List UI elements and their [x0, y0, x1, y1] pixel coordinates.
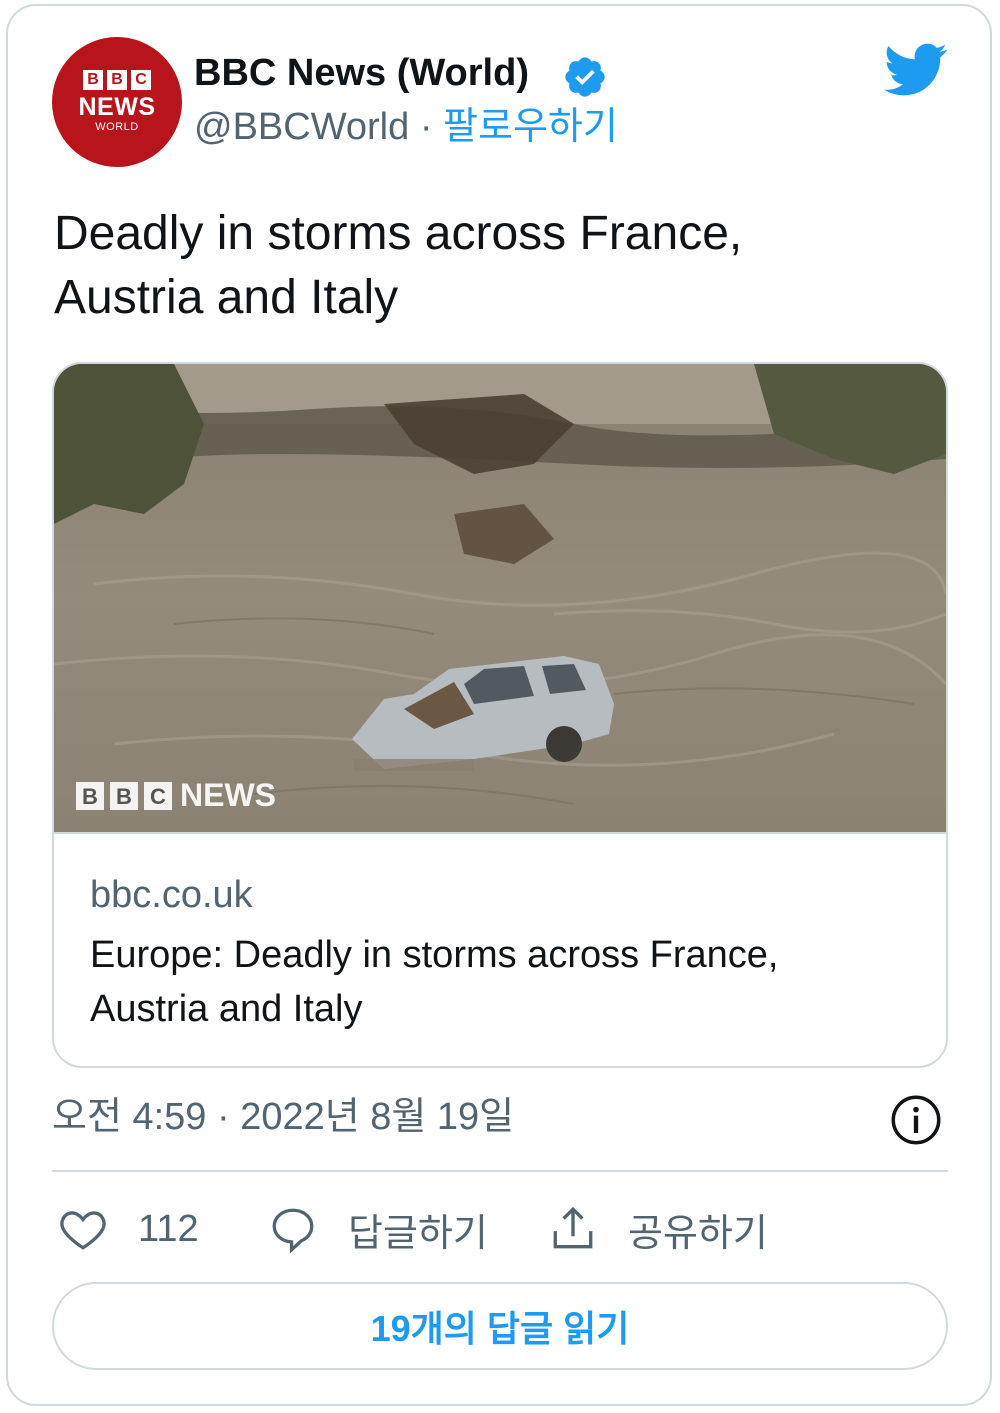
card-divider: [54, 832, 946, 834]
tweet-text: Deadly in storms across France, Austria …: [54, 202, 934, 330]
share-label: 공유하기: [628, 1212, 768, 1255]
like-count: 112: [138, 1207, 199, 1250]
watermark-letter: C: [150, 784, 166, 809]
tweet-text-line: Deadly in storms across France,: [54, 207, 743, 260]
reply-label: 답글하기: [348, 1212, 488, 1255]
reply-button[interactable]: 답글하기: [268, 1202, 488, 1256]
separator-dot: ·: [419, 106, 433, 148]
reply-bubble-icon: [272, 1208, 314, 1254]
watermark-letter: B: [82, 784, 98, 809]
like-button[interactable]: 112: [58, 1202, 199, 1256]
avatar[interactable]: B B C NEWS WORLD: [52, 37, 182, 167]
info-icon[interactable]: [890, 1094, 942, 1146]
avatar-letter: C: [131, 70, 151, 90]
link-title-line: Europe: Deadly in storms across France,: [90, 934, 779, 976]
follow-link[interactable]: 팔로우하기: [443, 106, 618, 148]
watermark-news: NEWS: [180, 777, 276, 813]
link-title-line: Austria and Italy: [90, 988, 363, 1030]
avatar-news-text: NEWS: [78, 93, 156, 121]
avatar-letter: B: [107, 70, 127, 90]
avatar-world-text: WORLD: [95, 121, 139, 133]
twitter-bird-icon[interactable]: [884, 42, 948, 98]
link-domain: bbc.co.uk: [90, 874, 253, 916]
divider: [52, 1170, 948, 1172]
read-replies-button[interactable]: 19개의 답글 읽기: [52, 1282, 948, 1370]
avatar-letter: B: [83, 70, 103, 90]
display-name[interactable]: BBC News (World): [194, 50, 529, 96]
timestamp[interactable]: 오전 4:59 · 2022년 8월 19일: [52, 1092, 514, 1142]
share-button[interactable]: 공유하기: [548, 1202, 768, 1256]
handle-row: @BBCWorld · 팔로우하기: [194, 104, 618, 150]
link-title: Europe: Deadly in storms across France, …: [90, 928, 910, 1036]
share-icon: [553, 1206, 593, 1249]
avatar-bbc-blocks: B B C: [83, 70, 151, 90]
heart-icon: [60, 1211, 106, 1250]
link-preview-card[interactable]: B B C NEWS bbc.co.uk Europe: Deadly in s…: [52, 362, 948, 1068]
watermark-letter: B: [116, 784, 132, 809]
handle[interactable]: @BBCWorld: [194, 106, 409, 148]
verified-badge-icon: [565, 57, 605, 97]
tweet-text-line: Austria and Italy: [54, 271, 399, 324]
flood-photo[interactable]: B B C NEWS: [54, 364, 946, 832]
